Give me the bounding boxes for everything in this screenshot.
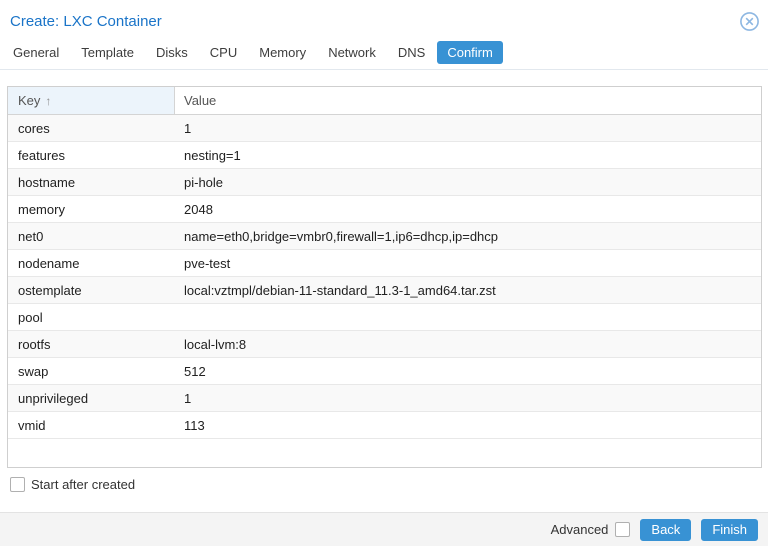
tab-general[interactable]: General [3, 41, 69, 64]
advanced-label: Advanced [550, 522, 609, 537]
dialog-titlebar: Create: LXC Container [0, 0, 768, 36]
table-row[interactable]: cores 1 [8, 115, 761, 142]
row-value: pi-hole [184, 174, 224, 190]
row-value: 1 [184, 390, 192, 406]
row-key: nodename [18, 255, 80, 271]
row-value: 512 [184, 363, 206, 379]
row-value: local:vztmpl/debian-11-standard_11.3-1_a… [184, 282, 496, 298]
row-key: ostemplate [18, 282, 82, 298]
advanced-checkbox[interactable] [615, 522, 631, 537]
row-key: pool [18, 309, 43, 325]
tab-cpu[interactable]: CPU [200, 41, 247, 64]
close-button[interactable] [739, 11, 760, 32]
table-row[interactable]: pool [8, 304, 761, 331]
row-value: pve-test [184, 255, 231, 271]
footer-toolbar: Advanced Back Finish [0, 512, 768, 546]
row-key: vmid [18, 417, 46, 433]
column-header-key[interactable]: Key ↑ [8, 87, 175, 114]
row-key: hostname [18, 174, 76, 190]
start-after-created-checkbox[interactable] [10, 477, 25, 492]
tab-template[interactable]: Template [71, 41, 144, 64]
start-after-created-label: Start after created [31, 477, 136, 492]
row-value: name=eth0,bridge=vmbr0,firewall=1,ip6=dh… [184, 228, 499, 244]
row-key: net0 [18, 228, 44, 244]
row-key: swap [18, 363, 49, 379]
dialog-title: Create: LXC Container [10, 12, 162, 30]
close-icon [740, 11, 759, 31]
table-row[interactable]: hostname pi-hole [8, 169, 761, 196]
row-value: nesting=1 [184, 147, 241, 163]
tab-network[interactable]: Network [318, 41, 386, 64]
tab-dns[interactable]: DNS [388, 41, 435, 64]
start-after-created-option: Start after created [10, 477, 135, 492]
table-row[interactable]: features nesting=1 [8, 142, 761, 169]
column-header-value[interactable]: Value [175, 87, 761, 114]
finish-button[interactable]: Finish [701, 518, 758, 541]
table-row[interactable]: net0 name=eth0,bridge=vmbr0,firewall=1,i… [8, 223, 761, 250]
confirm-settings-table: Key ↑ Value cores 1 features nesting=1 h… [7, 86, 762, 468]
table-row[interactable]: nodename pve-test [8, 250, 761, 277]
table-row[interactable]: unprivileged 1 [8, 385, 761, 412]
table-header-row: Key ↑ Value [8, 87, 761, 115]
table-row[interactable]: swap 512 [8, 358, 761, 385]
back-button[interactable]: Back [640, 518, 692, 541]
row-key: memory [18, 201, 65, 217]
tab-disks[interactable]: Disks [146, 41, 198, 64]
row-key: rootfs [18, 336, 51, 352]
tab-memory[interactable]: Memory [249, 41, 316, 64]
row-key: features [18, 147, 65, 163]
table-row[interactable]: vmid 113 [8, 412, 761, 439]
tab-confirm[interactable]: Confirm [437, 41, 503, 64]
row-value: 2048 [184, 201, 213, 217]
row-key: unprivileged [18, 390, 89, 406]
row-value: 113 [184, 417, 205, 433]
row-value [175, 304, 761, 330]
row-value: local-lvm:8 [184, 336, 247, 352]
table-row[interactable]: ostemplate local:vztmpl/debian-11-standa… [8, 277, 761, 304]
sort-ascending-icon: ↑ [45, 93, 52, 108]
tab-bar: General Template Disks CPU Memory Networ… [0, 36, 768, 70]
column-header-key-label: Key [18, 93, 41, 108]
table-row[interactable]: memory 2048 [8, 196, 761, 223]
row-key: cores [18, 120, 50, 136]
column-header-value-label: Value [184, 93, 217, 108]
table-row[interactable]: rootfs local-lvm:8 [8, 331, 761, 358]
row-value: 1 [184, 120, 192, 136]
